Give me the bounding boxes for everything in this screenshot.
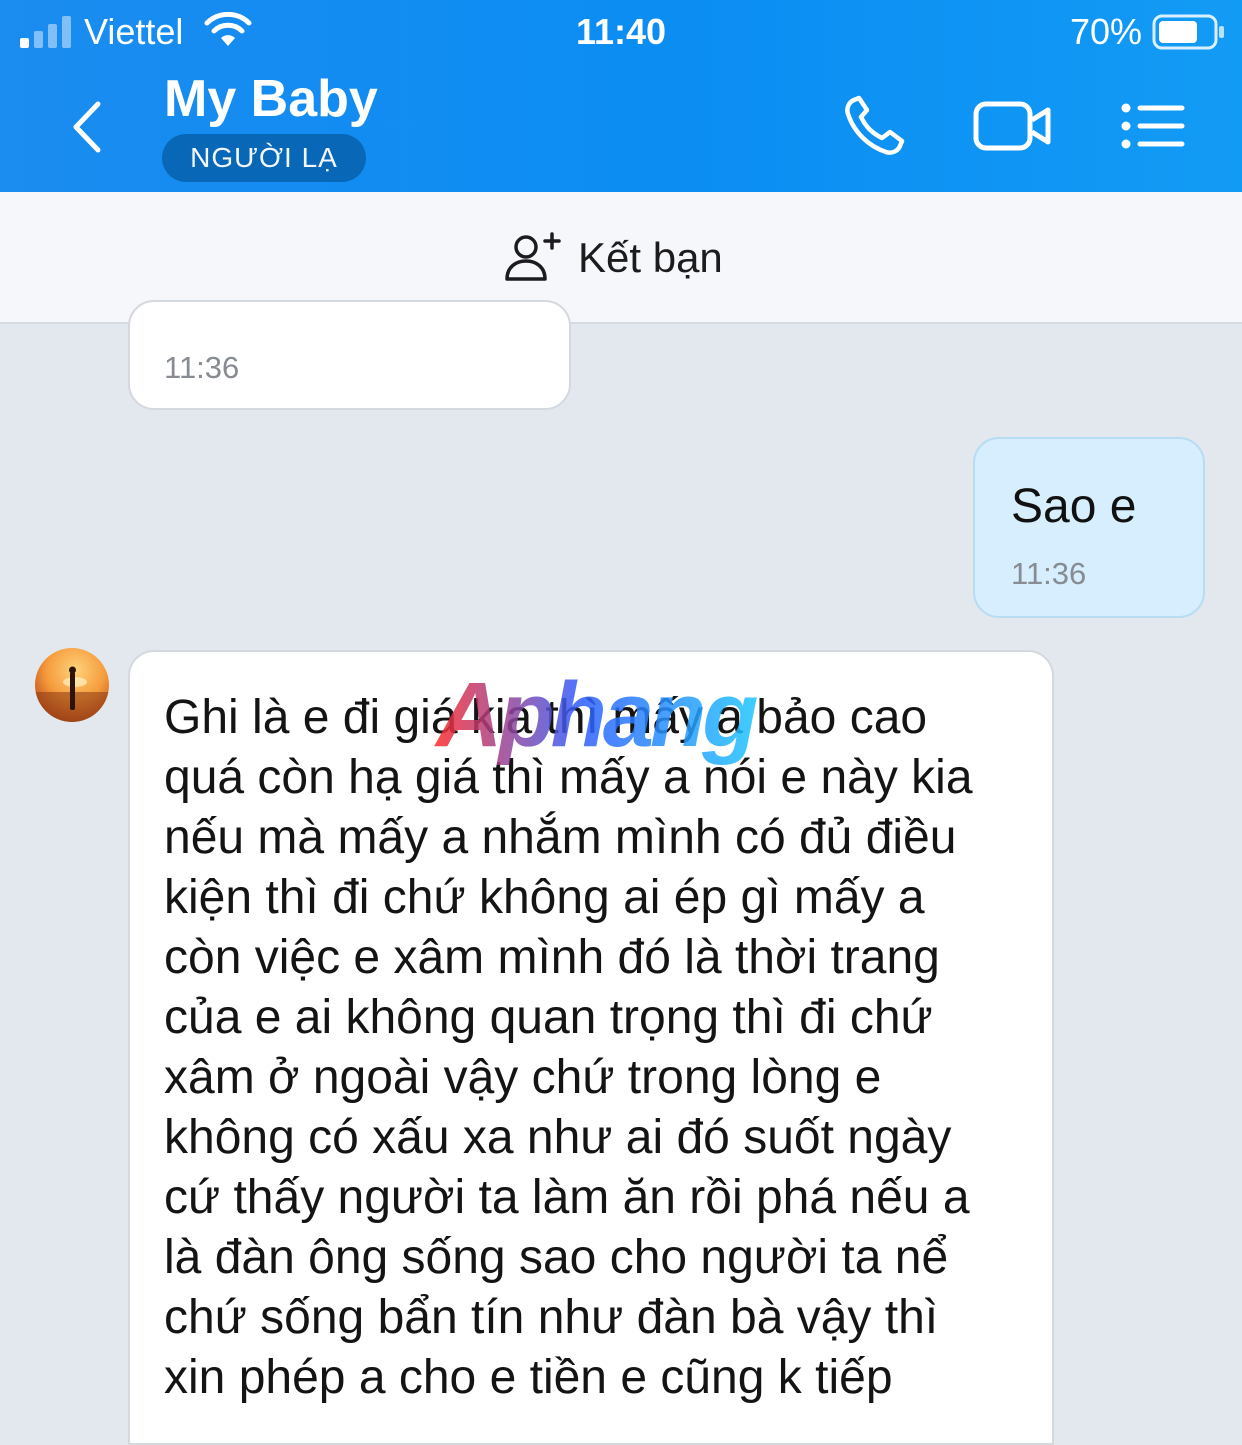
message-line: Ghi là e đi giá kia thì mấy a bảo cao xyxy=(164,691,928,744)
message-text: Ghi là e đi giá kia thì mấy a bảo cao quá… xyxy=(164,688,1044,1408)
message-line: kiện thì đi chứ không ai ép gì mấy a xyxy=(164,871,925,924)
phone-icon[interactable] xyxy=(840,94,910,158)
stranger-badge: NGƯỜI LẠ xyxy=(162,134,366,182)
incoming-message-bubble[interactable]: Ghi là e đi giá kia thì mấy a bảo cao quá… xyxy=(128,650,1054,1445)
message-line: là đàn ông sống sao cho người ta nể xyxy=(164,1231,949,1284)
chat-header: Viettel 11:40 70% My Baby NGƯỜI LẠ xyxy=(0,0,1242,192)
message-line: cứ thấy người ta làm ăn rồi phá nếu a xyxy=(164,1171,970,1224)
contact-avatar[interactable] xyxy=(35,648,109,722)
status-time: 11:40 xyxy=(575,11,667,52)
message-time: 11:36 xyxy=(1011,556,1087,591)
message-line: còn việc e xâm mình đó là thời trang xyxy=(164,931,940,984)
avatar-photo xyxy=(35,666,109,722)
outgoing-message-bubble[interactable]: Sao e 11:36 xyxy=(973,437,1205,618)
conversation-title[interactable]: My Baby xyxy=(164,66,378,132)
add-friend-label: Kết bạn xyxy=(578,234,723,281)
status-bar: Viettel 11:40 70% xyxy=(0,0,1242,66)
incoming-message-bubble[interactable]: 11:36 xyxy=(128,300,571,410)
message-line: không có xấu xa như ai đó suốt ngày xyxy=(164,1111,952,1164)
message-line: nếu mà mấy a nhắm mình có đủ điều xyxy=(164,811,957,864)
battery-percentage: 70% xyxy=(1070,11,1143,52)
message-line: quá còn hạ giá thì mấy a nói e này kia xyxy=(164,751,973,804)
back-chevron-icon[interactable] xyxy=(62,96,116,158)
message-text: Sao e xyxy=(1011,480,1137,533)
add-user-icon xyxy=(505,232,561,281)
video-camera-icon[interactable] xyxy=(972,94,1054,158)
menu-list-icon[interactable] xyxy=(1118,94,1188,158)
message-line: chứ sống bẩn tín như đàn bà vậy thì xyxy=(164,1291,939,1344)
message-line: của e ai không quan trọng thì đi chứ xyxy=(164,991,933,1044)
battery-icon xyxy=(1152,14,1224,50)
message-time: 11:36 xyxy=(164,350,240,385)
message-line: xâm ở ngoài vậy chứ trong lòng e xyxy=(164,1051,882,1104)
message-line: xin phép a cho e tiền e cũng k tiếp xyxy=(164,1351,893,1404)
